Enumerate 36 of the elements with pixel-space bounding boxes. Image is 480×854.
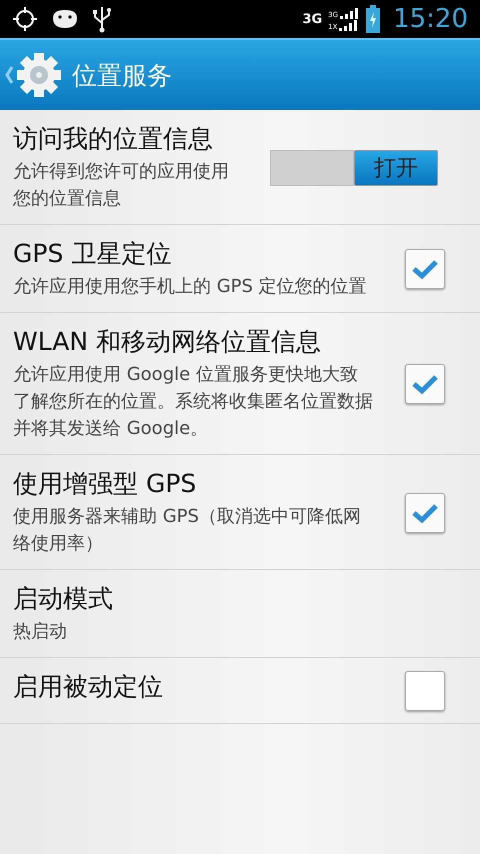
switch-label: 打开 (374, 154, 418, 182)
setting-summary: 允许应用使用您手机上的 GPS 定位您的位置 (13, 275, 368, 299)
setting-title: 启动模式 (13, 583, 114, 615)
setting-summary: 允许得到您许可的应用使用您的位置信息 (13, 160, 230, 211)
checkmark-icon (411, 258, 439, 280)
checkbox[interactable] (405, 671, 445, 711)
setting-row[interactable]: 启动模式 热启动 (0, 570, 480, 658)
battery-icon (365, 5, 382, 33)
back-icon (5, 66, 13, 84)
setting-summary: 使用服务器来辅助 GPS（取消选中可降低网络使用率） (13, 505, 362, 556)
signal-icon (338, 19, 358, 31)
gps-icon (12, 6, 38, 32)
setting-summary: 允许应用使用 Google 位置服务更快地大致了解您所在的位置。系统将收集匿名位置数据并将其发送给 Google。 (13, 363, 373, 441)
setting-title: 启用被动定位 (13, 671, 164, 703)
screen-title: 位置服务 (72, 60, 172, 92)
checkbox[interactable] (405, 492, 445, 532)
robot-icon (50, 8, 80, 30)
setting-row[interactable]: 使用增强型 GPS 使用服务器来辅助 GPS（取消选中可降低网络使用率） (0, 455, 480, 570)
usb-icon (92, 5, 112, 33)
checkbox[interactable] (405, 364, 445, 404)
checkmark-icon (411, 502, 439, 524)
gear-icon (16, 52, 62, 98)
setting-row[interactable]: WLAN 和移动网络位置信息 允许应用使用 Google 位置服务更快地大致了解您所在的位置。系统将收集匿名位置数据并将其发送给 Google。 (0, 313, 480, 455)
setting-row[interactable]: 访问我的位置信息 允许得到您许可的应用使用您的位置信息 打开 (0, 110, 480, 225)
setting-title: WLAN 和移动网络位置信息 (13, 326, 322, 358)
setting-title: 使用增强型 GPS (13, 468, 198, 500)
setting-summary: 热启动 (13, 620, 68, 644)
setting-row[interactable]: GPS 卫星定位 允许应用使用您手机上的 GPS 定位您的位置 (0, 225, 480, 313)
signal-icon (339, 7, 360, 19)
setting-title: 访问我的位置信息 (13, 123, 214, 155)
setting-title: GPS 卫星定位 (13, 238, 172, 270)
setting-row[interactable]: 启用被动定位 (0, 658, 480, 724)
checkbox[interactable] (405, 249, 445, 289)
network-type: 3G (302, 12, 322, 26)
clock-time: 15:20 (393, 4, 468, 34)
checkmark-icon (411, 373, 439, 395)
